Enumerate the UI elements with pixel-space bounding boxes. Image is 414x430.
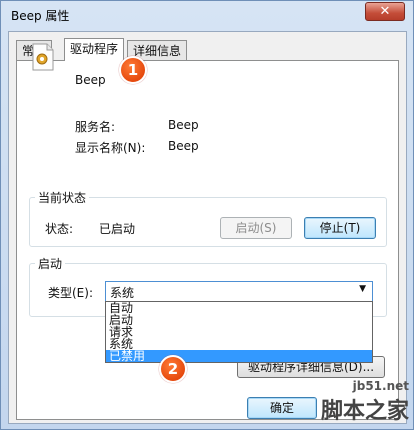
ok-button[interactable]: 确定 [247, 397, 317, 419]
option-demand[interactable]: 请求 [106, 326, 372, 338]
watermark-name: 脚本之家 [320, 399, 409, 424]
close-button[interactable]: ✕ [365, 2, 405, 21]
startup-type-value: 系统 [110, 286, 135, 300]
service-name-label: 服务名: [75, 120, 116, 134]
window-title: Beep 属性 [11, 9, 70, 23]
option-auto[interactable]: 自动 [106, 302, 372, 314]
status-value: 已启动 [99, 222, 136, 236]
service-header-name: Beep [75, 73, 106, 87]
service-name-value: Beep [168, 118, 199, 132]
startup-type-label: 类型(E): [48, 286, 93, 300]
status-label: 状态: [45, 222, 74, 236]
window-frame: Beep 属性 ✕ 常规 驱动程序 详细信息 Beep 服务名: Beep 显示… [0, 0, 414, 430]
stop-button[interactable]: 停止(T) [304, 217, 376, 239]
close-icon: ✕ [379, 4, 391, 19]
watermark: jb51.net 脚本之家 [321, 379, 409, 425]
current-status-title: 当前状态 [35, 189, 90, 206]
display-name-value: Beep [168, 139, 199, 153]
gear-service-icon [32, 43, 54, 71]
option-system[interactable]: 系统 [106, 338, 372, 350]
startup-type-select[interactable]: 系统 ▼ [105, 281, 373, 302]
display-name-label: 显示名称(N): [75, 141, 146, 155]
option-disabled[interactable]: 已禁用 [106, 350, 372, 362]
tab-driver[interactable]: 驱动程序 [64, 38, 125, 61]
chevron-down-icon: ▼ [359, 284, 366, 294]
callout-badge-1: 1 [119, 56, 147, 84]
option-boot[interactable]: 启动 [106, 314, 372, 326]
start-button[interactable]: 启动(S) [220, 217, 292, 239]
startup-title: 启动 [35, 255, 66, 272]
callout-badge-2: 2 [159, 355, 187, 383]
startup-type-dropdown: 自动 启动 请求 系统 已禁用 [105, 301, 373, 363]
watermark-site: jb51.net [352, 379, 409, 393]
